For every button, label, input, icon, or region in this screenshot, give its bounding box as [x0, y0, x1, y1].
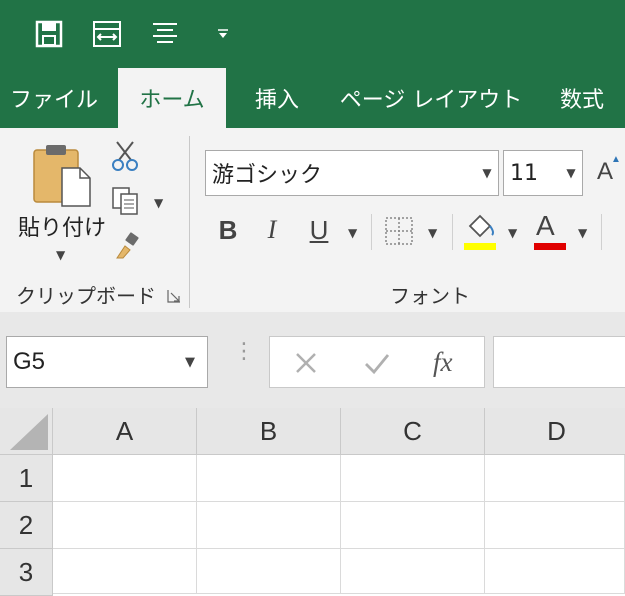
grip-icon[interactable]: ⋮: [233, 341, 255, 374]
cell-d3[interactable]: [485, 549, 625, 594]
paste-icon[interactable]: [28, 142, 92, 208]
copy-icon[interactable]: [111, 186, 141, 216]
paste-dropdown-icon[interactable]: ▼: [56, 248, 65, 262]
clipboard-group-label: クリップボード: [16, 284, 156, 308]
cell-a1[interactable]: [53, 455, 197, 502]
underline-dropdown-icon[interactable]: ▼: [348, 226, 357, 240]
tab-formulas[interactable]: 数式: [546, 68, 625, 128]
separator: [452, 214, 453, 250]
cell-c3[interactable]: [341, 549, 485, 594]
column-header-d[interactable]: D: [485, 408, 625, 455]
tab-home[interactable]: ホーム: [118, 68, 226, 128]
row-header-2[interactable]: 2: [0, 502, 53, 549]
enter-icon[interactable]: [363, 349, 391, 377]
cell-c2[interactable]: [341, 502, 485, 549]
ribbon: 貼り付け ▼ ▼ クリップボード 游ゴシック ▼ 11 ▼ A ▲ B I U …: [0, 128, 625, 313]
formula-bar: G5 ▼ ⋮ fx: [0, 312, 625, 408]
column-header-a[interactable]: A: [53, 408, 197, 455]
cell-d1[interactable]: [485, 455, 625, 502]
chevron-down-icon[interactable]: ▼: [173, 355, 207, 370]
fill-color-dropdown-icon[interactable]: ▼: [508, 226, 517, 240]
chevron-down-icon[interactable]: ▼: [476, 166, 498, 180]
cancel-icon[interactable]: [292, 349, 320, 377]
formula-input[interactable]: [493, 336, 625, 388]
fit-columns-icon[interactable]: [87, 14, 127, 54]
align-icon[interactable]: [145, 14, 185, 54]
group-separator: [189, 136, 190, 308]
font-color-icon[interactable]: A: [532, 210, 568, 252]
cell-b2[interactable]: [197, 502, 341, 549]
cell-d2[interactable]: [485, 502, 625, 549]
underline-button[interactable]: U: [303, 212, 335, 248]
formula-buttons: fx: [269, 336, 485, 388]
cell-a2[interactable]: [53, 502, 197, 549]
cut-icon[interactable]: [111, 140, 139, 172]
cell-c1[interactable]: [341, 455, 485, 502]
tab-file[interactable]: ファイル: [0, 68, 108, 128]
cell-a3[interactable]: [53, 549, 197, 594]
separator: [601, 214, 602, 250]
font-group-label: フォント: [390, 284, 470, 308]
font-color-swatch: [534, 243, 566, 250]
borders-icon[interactable]: [384, 216, 414, 246]
fill-color-icon[interactable]: [462, 212, 498, 252]
name-box-value: G5: [13, 348, 46, 375]
save-icon[interactable]: [29, 14, 69, 54]
select-all-button[interactable]: [0, 408, 53, 455]
name-box[interactable]: G5 ▼: [6, 336, 208, 388]
column-header-b[interactable]: B: [197, 408, 341, 455]
customize-dropdown-icon[interactable]: [203, 14, 243, 54]
row-header-3[interactable]: 3: [0, 549, 53, 596]
chevron-down-icon[interactable]: ▼: [560, 166, 582, 180]
cell-b1[interactable]: [197, 455, 341, 502]
paste-label[interactable]: 貼り付け: [14, 210, 110, 242]
font-size-combo[interactable]: 11 ▼: [503, 150, 583, 196]
font-name-combo[interactable]: 游ゴシック ▼: [205, 150, 499, 196]
format-painter-icon[interactable]: [113, 232, 141, 260]
italic-button[interactable]: I: [256, 212, 288, 248]
borders-dropdown-icon[interactable]: ▼: [428, 226, 437, 240]
worksheet-grid: A B C D 1 2 3: [0, 408, 625, 596]
copy-dropdown-icon[interactable]: ▼: [154, 196, 163, 210]
tab-insert[interactable]: 挿入: [236, 68, 318, 128]
font-name-value: 游ゴシック: [212, 163, 323, 188]
cell-b3[interactable]: [197, 549, 341, 594]
separator: [371, 214, 372, 250]
font-color-dropdown-icon[interactable]: ▼: [578, 226, 587, 240]
tab-page-layout[interactable]: ページ レイアウト: [338, 68, 524, 128]
ribbon-tabs: ファイル ホーム 挿入 ページ レイアウト 数式: [0, 68, 625, 128]
column-header-c[interactable]: C: [341, 408, 485, 455]
grow-font-icon[interactable]: A ▲: [597, 154, 625, 188]
title-bar: [0, 0, 625, 68]
bold-button[interactable]: B: [212, 212, 244, 248]
row-header-1[interactable]: 1: [0, 455, 53, 502]
fill-color-swatch: [464, 243, 496, 250]
insert-function-button[interactable]: fx: [433, 347, 453, 378]
dialog-launcher-icon[interactable]: [167, 288, 181, 303]
font-size-value: 11: [510, 160, 538, 186]
